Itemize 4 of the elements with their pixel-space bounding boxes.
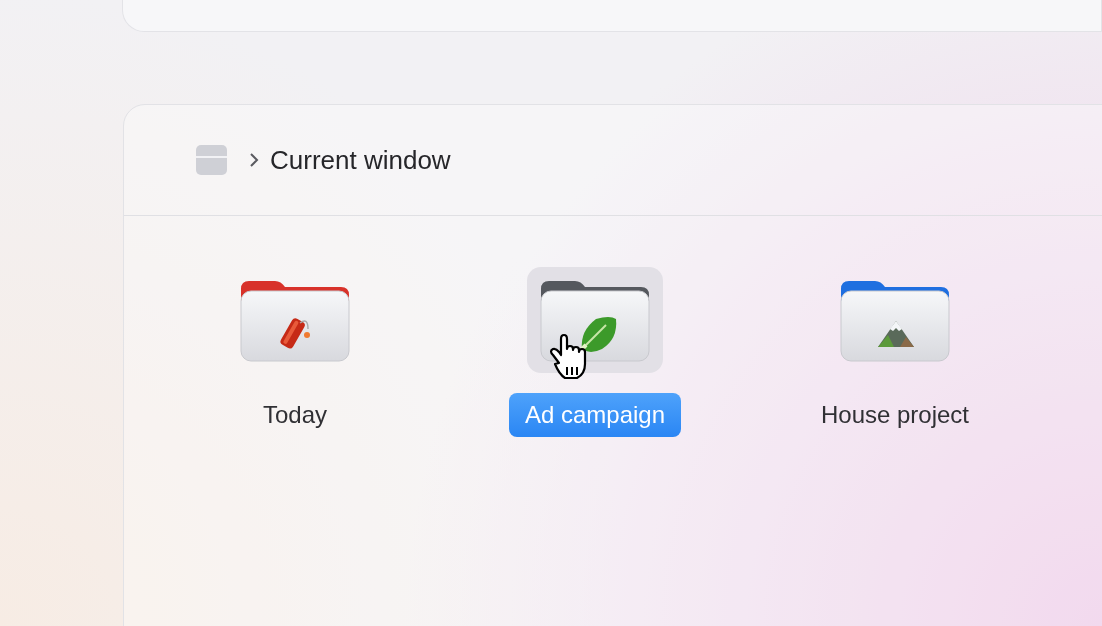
folder-label[interactable]: Today [246, 393, 343, 437]
breadcrumb-title: Current window [270, 144, 451, 176]
folder-label[interactable]: House project [804, 393, 986, 437]
chevron-icon [247, 151, 261, 169]
